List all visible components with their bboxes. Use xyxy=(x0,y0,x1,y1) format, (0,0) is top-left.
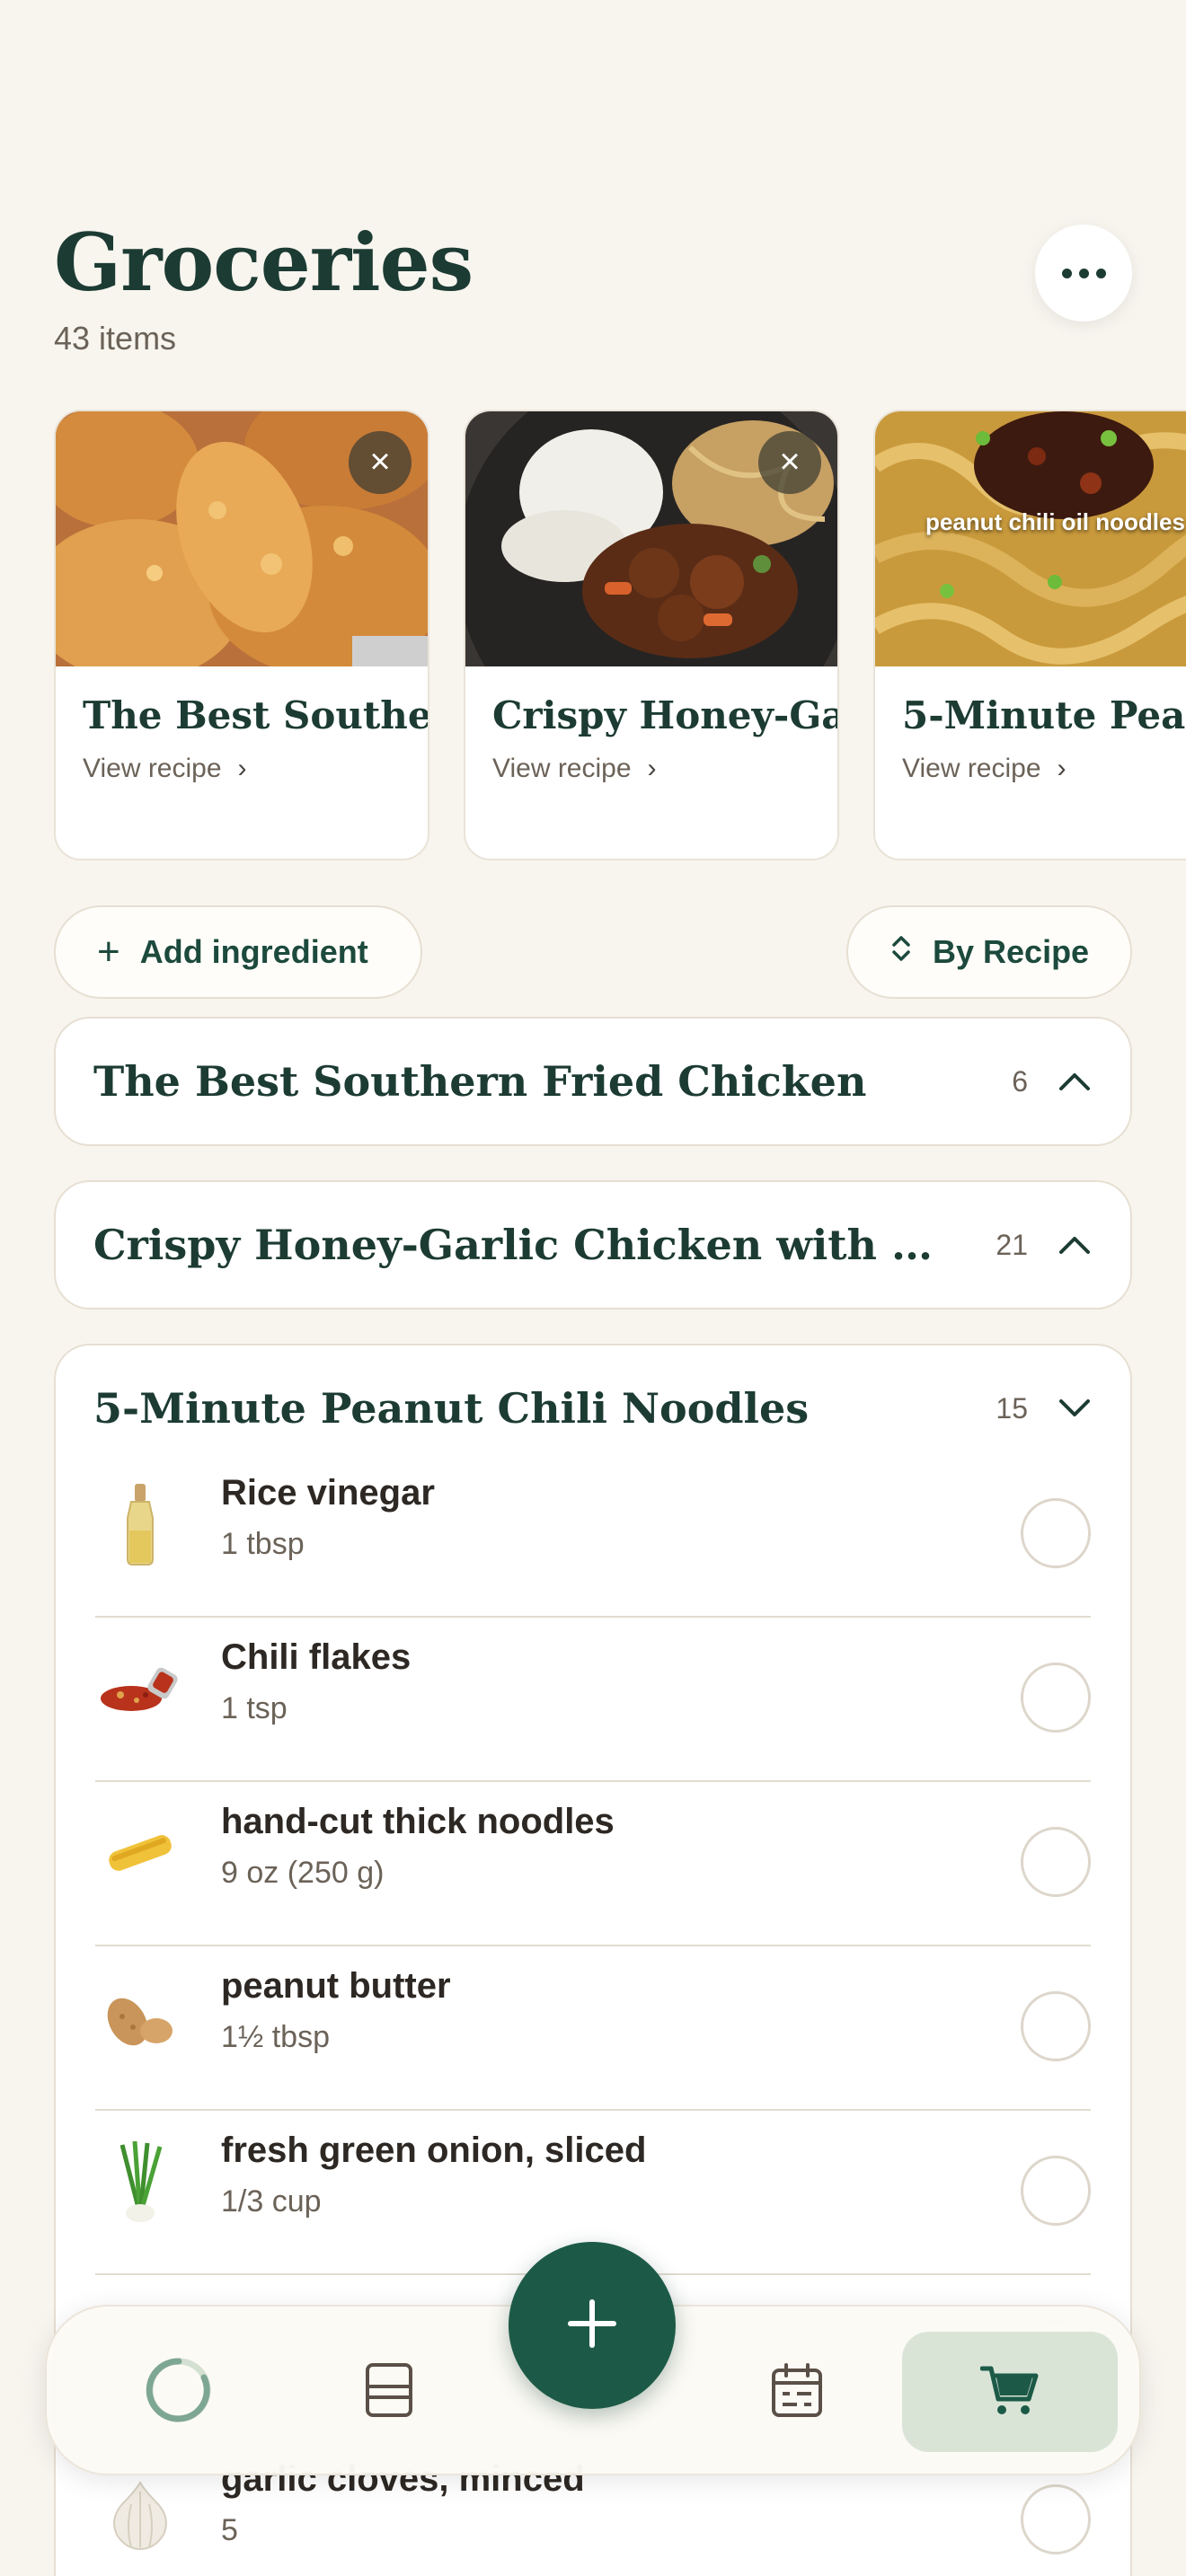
view-recipe-link[interactable]: View recipe › xyxy=(875,737,1186,784)
peanut-icon xyxy=(95,1972,185,2061)
ingredient-quantity: 1/3 cup xyxy=(221,2184,322,2219)
ingredient-quantity: 1 tsp xyxy=(221,1691,288,1725)
recipe-group-header[interactable]: Crispy Honey-Garlic Chicken with Rice & … xyxy=(56,1182,1130,1308)
recipe-group-header[interactable]: The Best Southern Fried Chicken 6 xyxy=(56,1019,1130,1144)
more-dot xyxy=(1095,268,1106,278)
ingredient-name: Chili flakes xyxy=(221,1637,412,1677)
remove-recipe-button[interactable]: × xyxy=(758,431,821,494)
ingredient-name: hand-cut thick noodles xyxy=(221,1802,615,1841)
page-title: Groceries xyxy=(54,216,474,309)
more-options-button[interactable] xyxy=(1035,225,1132,322)
recipe-card-title: The Best Southe... xyxy=(83,693,428,737)
recipe-card-title: Crispy Honey-Ga... xyxy=(492,693,837,737)
chili-flakes-icon xyxy=(95,1643,185,1733)
ingredient-quantity: 9 oz (250 g) xyxy=(221,1856,385,1890)
cart-tab-active[interactable] xyxy=(902,2332,1118,2452)
sort-label: By Recipe xyxy=(933,933,1090,970)
noodles-icon xyxy=(95,1807,185,1897)
ingredient-row[interactable]: Chili flakes 1 tsp xyxy=(95,1618,1091,1782)
recipe-group[interactable]: Crispy Honey-Garlic Chicken with Rice & … xyxy=(54,1180,1132,1310)
ingredient-name: fresh green onion, sliced xyxy=(221,2130,647,2170)
calendar-icon[interactable] xyxy=(739,2332,855,2448)
recipe-cards-carousel[interactable]: × The Best Southe... View recipe › xyxy=(54,410,1186,862)
recipe-group-count: 21 xyxy=(996,1228,1028,1261)
recipe-group-count: 6 xyxy=(1012,1064,1028,1098)
cart-icon xyxy=(979,2363,1040,2422)
recipe-group-header[interactable]: 5-Minute Peanut Chili Noodles 15 xyxy=(56,1345,1130,1471)
add-fab-button[interactable] xyxy=(509,2242,676,2409)
recipe-image-honey-garlic-chicken: × xyxy=(465,411,837,666)
recipe-image-caption: peanut chili oil noodles xyxy=(925,508,1185,535)
recipe-group-count: 15 xyxy=(996,1391,1028,1425)
header: Groceries 43 items xyxy=(54,216,1132,377)
ingredient-checkbox[interactable] xyxy=(1021,1827,1091,1897)
recipe-group-title: 5-Minute Peanut Chili Noodles xyxy=(93,1384,810,1433)
ingredient-checkbox[interactable] xyxy=(1021,2156,1091,2226)
view-recipe-link[interactable]: View recipe › xyxy=(56,737,428,784)
ingredient-name: Rice vinegar xyxy=(221,1473,435,1513)
remove-recipe-button[interactable]: × xyxy=(349,431,412,494)
progress-ring-icon[interactable] xyxy=(120,2332,237,2448)
garlic-icon xyxy=(95,2465,185,2554)
chevron-right-icon: › xyxy=(237,754,247,783)
sort-by-recipe-button[interactable]: By Recipe xyxy=(846,905,1132,999)
ingredient-checkbox[interactable] xyxy=(1021,1991,1091,2061)
ingredient-row[interactable]: hand-cut thick noodles 9 oz (250 g) xyxy=(95,1782,1091,1946)
ingredient-checkbox[interactable] xyxy=(1021,2484,1091,2554)
plus-icon xyxy=(565,2297,619,2355)
more-dot xyxy=(1078,268,1089,278)
recipe-card[interactable]: peanut chili oil noodles 5-Minute Peanut… xyxy=(873,410,1186,860)
recipe-group-title: Crispy Honey-Garlic Chicken with Rice & … xyxy=(93,1221,965,1269)
recipe-group[interactable]: The Best Southern Fried Chicken 6 xyxy=(54,1017,1132,1146)
chevron-right-icon: › xyxy=(1057,754,1067,783)
ingredient-quantity: 5 xyxy=(221,2513,238,2547)
ingredient-row[interactable]: peanut butter 1½ tbsp xyxy=(95,1946,1091,2111)
view-recipe-label: View recipe xyxy=(83,754,222,783)
item-count: 43 items xyxy=(54,320,177,357)
ingredient-quantity: 1 tbsp xyxy=(221,1527,305,1561)
ingredient-row[interactable]: Rice vinegar 1 tbsp xyxy=(95,1453,1091,1618)
ingredient-checkbox[interactable] xyxy=(1021,1498,1091,1568)
recipe-card[interactable]: × Crispy Honey-Ga... View recipe › xyxy=(464,410,839,860)
recipe-image-fried-chicken: × xyxy=(56,411,428,666)
more-horizontal-icon xyxy=(1061,268,1072,278)
recipe-group-title: The Best Southern Fried Chicken xyxy=(93,1057,867,1106)
sort-icon xyxy=(890,933,913,972)
view-recipe-link[interactable]: View recipe › xyxy=(465,737,837,784)
chevron-right-icon: › xyxy=(647,754,657,783)
chevron-up-icon[interactable] xyxy=(1057,1227,1093,1263)
recipe-card-title: 5-Minute Peanut xyxy=(902,693,1186,737)
chevron-down-icon[interactable] xyxy=(1057,1390,1093,1426)
ingredient-name: peanut butter xyxy=(221,1966,451,2006)
plus-icon: + xyxy=(97,930,120,974)
green-onion-icon xyxy=(95,2136,185,2226)
add-ingredient-button[interactable]: + Add ingredient xyxy=(54,905,422,999)
chevron-up-icon[interactable] xyxy=(1057,1063,1093,1099)
recipe-image-peanut-noodles: peanut chili oil noodles xyxy=(875,411,1186,666)
view-recipe-label: View recipe xyxy=(902,754,1041,783)
recipe-card[interactable]: × The Best Southe... View recipe › xyxy=(54,410,429,860)
ingredient-quantity: 1½ tbsp xyxy=(221,2020,330,2054)
vinegar-bottle-icon xyxy=(95,1478,185,1568)
ingredient-checkbox[interactable] xyxy=(1021,1663,1091,1733)
recipe-book-icon[interactable] xyxy=(331,2332,447,2448)
view-recipe-label: View recipe xyxy=(492,754,632,783)
add-ingredient-label: Add ingredient xyxy=(139,933,368,970)
